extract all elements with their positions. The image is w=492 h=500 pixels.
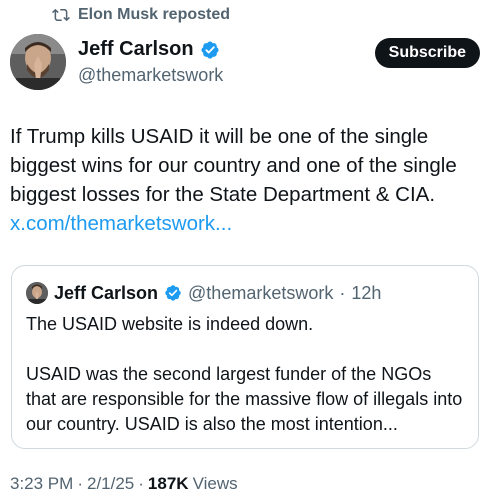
quoted-time: 12h (351, 282, 382, 303)
quoted-author-handle: @themarketswork (188, 282, 334, 303)
avatar[interactable] (10, 34, 66, 90)
views-label: Views (192, 474, 238, 493)
meta-separator: · (138, 474, 144, 493)
quoted-verified-badge-icon (165, 285, 181, 301)
tweet-time[interactable]: 3:23 PM (10, 474, 73, 494)
quoted-paragraph-1: The USAID website is indeed down. (26, 314, 314, 334)
author-block[interactable]: Jeff Carlson @themarketswork (78, 38, 223, 86)
tweet-link[interactable]: x.com/themarketswork... (10, 209, 480, 238)
quoted-author-name: Jeff Carlson (54, 282, 159, 303)
avatar-image (10, 34, 66, 90)
author-handle[interactable]: @themarketswork (78, 65, 223, 86)
verified-badge-icon (201, 40, 219, 59)
quoted-avatar (26, 282, 48, 304)
author-name[interactable]: Jeff Carlson (78, 38, 194, 61)
meta-separator: · (77, 474, 83, 493)
quoted-tweet-header: Jeff Carlson @themarketswork · 12h (26, 282, 381, 304)
subscribe-button[interactable]: Subscribe (374, 38, 480, 68)
repost-indicator[interactable]: Elon Musk reposted (52, 4, 230, 26)
views-count: 187K (147, 474, 189, 493)
tweet-text: If Trump kills USAID it will be one of t… (10, 122, 480, 238)
tweet-body: If Trump kills USAID it will be one of t… (10, 125, 457, 206)
tweet-meta: 3:23 PM · 2/1/25 · 187K Views (10, 474, 238, 494)
quoted-avatar-image (26, 282, 48, 304)
repost-icon (52, 8, 70, 22)
quoted-tweet[interactable]: Jeff Carlson @themarketswork · 12h The U… (11, 265, 479, 449)
quoted-paragraph-2: USAID was the second largest funder of t… (26, 364, 463, 434)
quoted-tweet-text: The USAID website is indeed down. USAID … (26, 312, 466, 437)
quoted-separator: · (339, 282, 346, 303)
tweet-date[interactable]: 2/1/25 (87, 474, 134, 494)
repost-label: Elon Musk reposted (78, 6, 231, 23)
